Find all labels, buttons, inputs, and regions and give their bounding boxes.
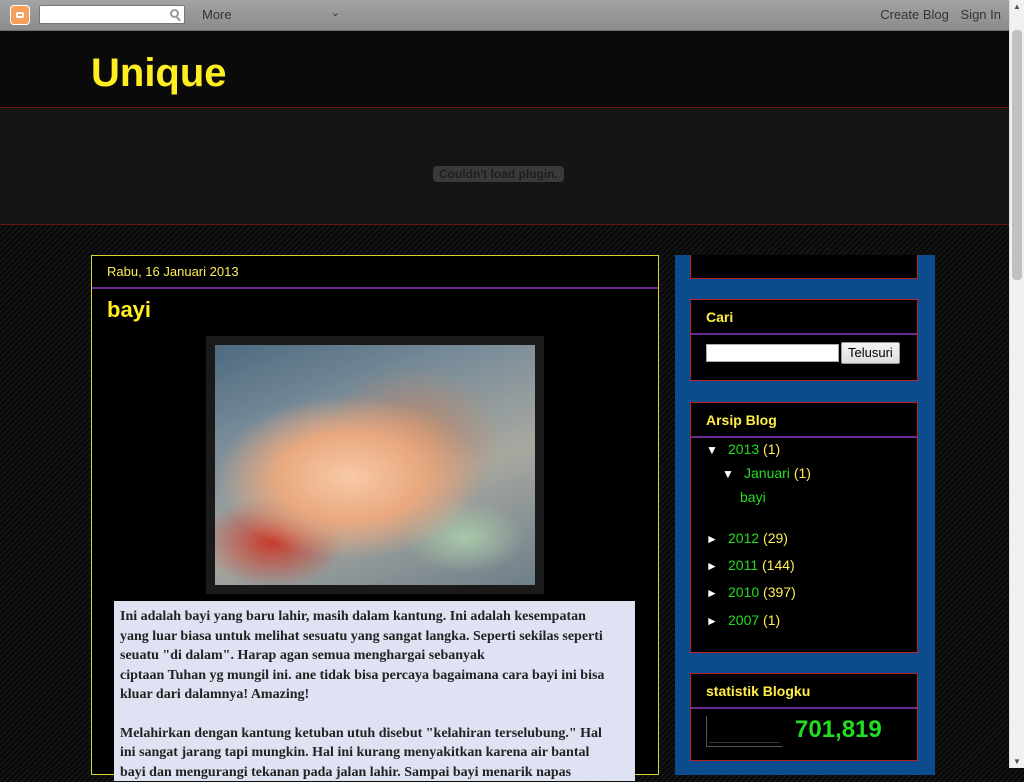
more-dropdown[interactable]: More ⌄ <box>202 7 342 22</box>
create-blog-link[interactable]: Create Blog <box>880 7 949 22</box>
post-body: Ini adalah bayi yang baru lahir, masih d… <box>114 601 635 781</box>
archive-year-2011[interactable]: ►2011 (144) <box>706 557 795 573</box>
archive-year-link[interactable]: 2010 <box>728 584 759 600</box>
archive-count: (1) <box>763 612 780 628</box>
blog-header: Unique <box>0 31 1009 108</box>
search-button[interactable]: Telusuri <box>841 342 900 364</box>
scroll-up-arrow-icon[interactable]: ▲ <box>1013 2 1021 11</box>
stats-widget: statistik Blogku 701,819 <box>690 673 918 761</box>
archive-post-link[interactable]: bayi <box>740 489 766 505</box>
navbar-search-input[interactable] <box>39 5 185 24</box>
page-scrollbar[interactable]: ▲ ▼ <box>1009 0 1024 768</box>
chevron-down-icon: ⌄ <box>331 6 340 19</box>
blogger-navbar: More ⌄ Create Blog Sign In <box>0 0 1009 31</box>
empty-widget <box>690 255 918 279</box>
triangle-right-icon[interactable]: ► <box>706 532 728 546</box>
plugin-error-message: Couldn't load plugin. <box>433 166 564 182</box>
archive-count: (1) <box>763 441 780 457</box>
pageview-count: 701,819 <box>795 716 882 744</box>
post-date: Rabu, 16 Januari 2013 <box>107 264 239 279</box>
archive-year-2012[interactable]: ►2012 (29) <box>706 530 788 546</box>
archive-year-2007[interactable]: ►2007 (1) <box>706 612 780 628</box>
more-label: More <box>202 7 232 22</box>
archive-month-januari[interactable]: ▼Januari (1) <box>722 465 811 481</box>
widget-title: Arsip Blog <box>691 403 917 438</box>
archive-month-link[interactable]: Januari <box>744 465 790 481</box>
sidebar: Cari Telusuri Arsip Blog ▼2013 (1) ▼Janu… <box>675 255 935 775</box>
search-widget: Cari Telusuri <box>690 299 918 381</box>
triangle-down-icon[interactable]: ▼ <box>706 443 728 457</box>
search-input[interactable] <box>706 344 839 362</box>
plugin-area: Couldn't load plugin. <box>0 108 1009 225</box>
post-title[interactable]: bayi <box>107 297 151 323</box>
widget-title: statistik Blogku <box>691 674 917 709</box>
post-paragraph: Melahirkan dengan kantung ketuban utuh d… <box>120 724 629 782</box>
archive-count: (29) <box>763 530 788 546</box>
widget-title: Cari <box>691 300 917 335</box>
scroll-down-arrow-icon[interactable]: ▼ <box>1013 757 1021 766</box>
post-paragraph: Ini adalah bayi yang baru lahir, masih d… <box>120 607 629 705</box>
archive-year-link[interactable]: 2007 <box>728 612 759 628</box>
archive-count: (397) <box>763 584 796 600</box>
blogger-logo-icon[interactable] <box>10 5 30 25</box>
archive-post-item[interactable]: bayi <box>740 489 766 505</box>
archive-year-link[interactable]: 2013 <box>728 441 759 457</box>
post-image[interactable] <box>215 345 535 585</box>
archive-year-2013[interactable]: ▼2013 (1) <box>706 441 780 457</box>
triangle-right-icon[interactable]: ► <box>706 559 728 573</box>
archive-year-link[interactable]: 2012 <box>728 530 759 546</box>
scrollbar-thumb[interactable] <box>1012 30 1022 280</box>
triangle-right-icon[interactable]: ► <box>706 614 728 628</box>
archive-year-2010[interactable]: ►2010 (397) <box>706 584 796 600</box>
archive-count: (1) <box>794 465 811 481</box>
sign-in-link[interactable]: Sign In <box>961 7 1001 22</box>
archive-count: (144) <box>762 557 795 573</box>
triangle-down-icon[interactable]: ▼ <box>722 467 744 481</box>
post-image-frame <box>206 336 544 594</box>
search-icon[interactable] <box>170 9 179 18</box>
archive-widget: Arsip Blog ▼2013 (1) ▼Januari (1) bayi ►… <box>690 402 918 653</box>
divider <box>92 287 658 289</box>
blog-title[interactable]: Unique <box>91 51 227 96</box>
stats-sparkline <box>706 716 782 747</box>
archive-year-link[interactable]: 2011 <box>728 557 758 573</box>
triangle-right-icon[interactable]: ► <box>706 586 728 600</box>
blog-post: Rabu, 16 Januari 2013 bayi Ini adalah ba… <box>91 255 659 775</box>
